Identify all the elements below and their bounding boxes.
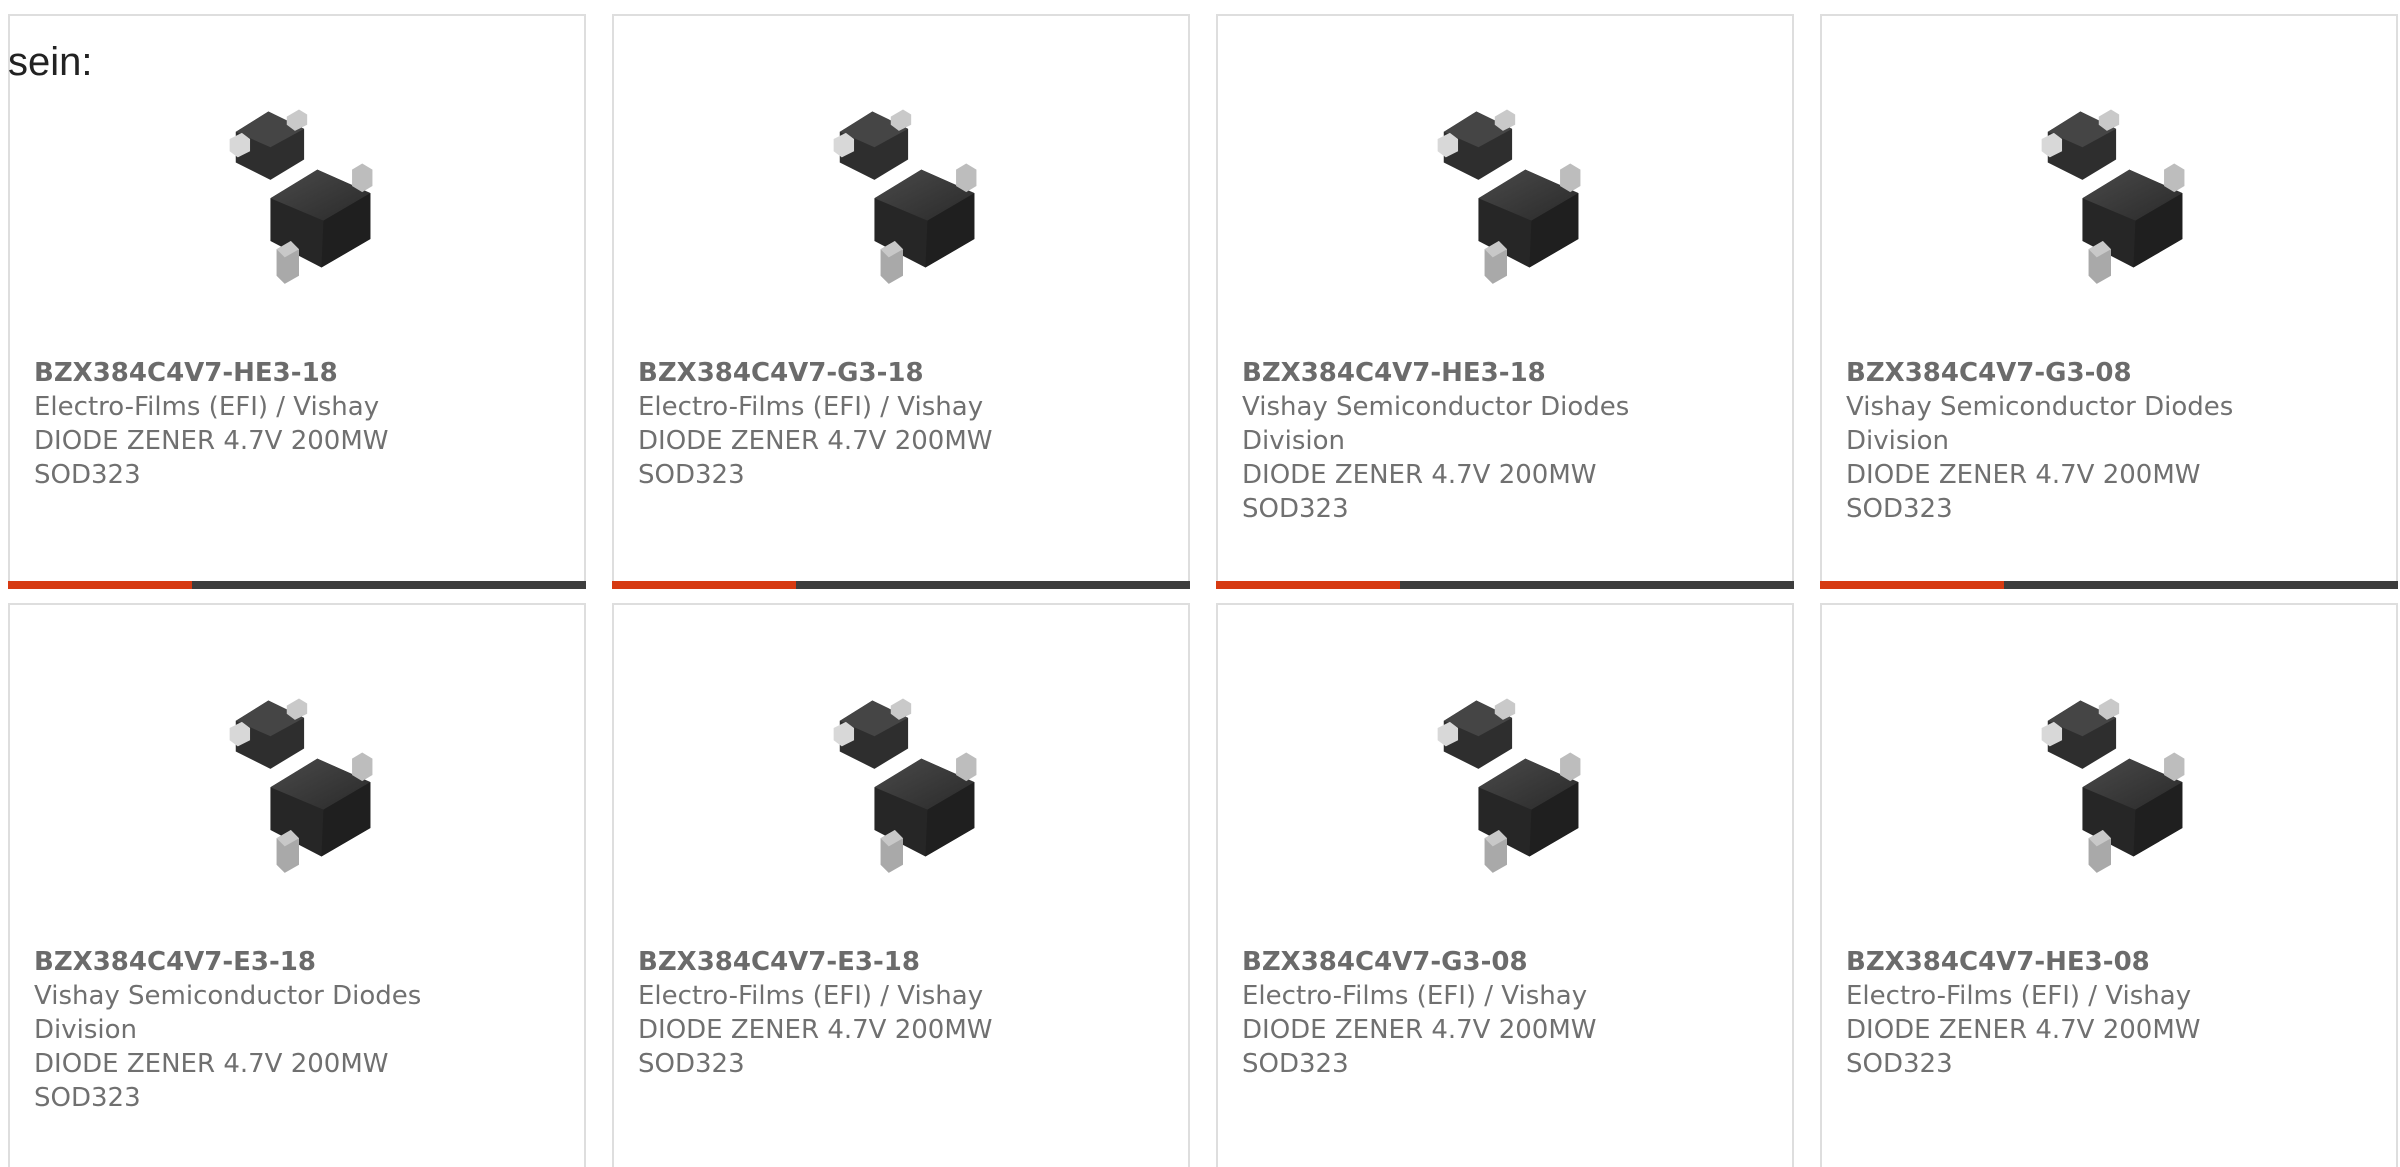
product-image[interactable] xyxy=(1405,675,1609,879)
product-info: BZX384C4V7-G3-08 Vishay Semiconductor Di… xyxy=(1846,356,2246,526)
product-image[interactable] xyxy=(801,86,1005,290)
sod323-diode-icon xyxy=(833,109,977,284)
manufacturer: Electro-Films (EFI) / Vishay xyxy=(638,981,984,1011)
product-card[interactable]: BZX384C4V7-G3-08 Electro-Films (EFI) / V… xyxy=(1216,603,1794,1167)
product-card[interactable]: BZX384C4V7-E3-18 Electro-Films (EFI) / V… xyxy=(612,603,1190,1167)
sod323-diode-icon xyxy=(833,698,977,873)
product-image[interactable] xyxy=(1405,86,1609,290)
product-description: DIODE ZENER 4.7V 200MW SOD323 xyxy=(1846,460,2201,524)
product-image[interactable] xyxy=(197,675,401,879)
product-card[interactable]: BZX384C4V7-E3-18 Vishay Semiconductor Di… xyxy=(8,603,586,1167)
product-info: BZX384C4V7-HE3-18 Vishay Semiconductor D… xyxy=(1242,356,1642,526)
product-description: DIODE ZENER 4.7V 200MW SOD323 xyxy=(34,1049,389,1113)
sod323-diode-icon xyxy=(229,109,373,284)
card-bottom-bar xyxy=(1216,581,1794,589)
product-image[interactable] xyxy=(801,675,1005,879)
part-number[interactable]: BZX384C4V7-HE3-08 xyxy=(1846,945,2246,979)
manufacturer: Electro-Films (EFI) / Vishay xyxy=(638,392,984,422)
card-accent-bar xyxy=(612,581,796,589)
manufacturer: Electro-Films (EFI) / Vishay xyxy=(1846,981,2192,1011)
product-description: DIODE ZENER 4.7V 200MW SOD323 xyxy=(1242,460,1597,524)
product-description: DIODE ZENER 4.7V 200MW SOD323 xyxy=(638,1015,993,1079)
manufacturer: Vishay Semiconductor Diodes Division xyxy=(1846,392,2234,456)
product-card[interactable]: BZX384C4V7-HE3-18 Vishay Semiconductor D… xyxy=(1216,14,1794,589)
part-number[interactable]: BZX384C4V7-HE3-18 xyxy=(34,356,434,390)
sod323-diode-icon xyxy=(1437,698,1581,873)
product-card[interactable]: BZX384C4V7-G3-18 Electro-Films (EFI) / V… xyxy=(612,14,1190,589)
product-image[interactable] xyxy=(2009,675,2213,879)
part-number[interactable]: BZX384C4V7-G3-08 xyxy=(1242,945,1642,979)
product-description: DIODE ZENER 4.7V 200MW SOD323 xyxy=(1846,1015,2201,1079)
part-number[interactable]: BZX384C4V7-G3-18 xyxy=(638,356,1038,390)
product-card[interactable]: BZX384C4V7-HE3-08 Electro-Films (EFI) / … xyxy=(1820,603,2398,1167)
sod323-diode-icon xyxy=(229,698,373,873)
product-info: BZX384C4V7-G3-08 Electro-Films (EFI) / V… xyxy=(1242,945,1642,1081)
card-bottom-bar xyxy=(1820,581,2398,589)
product-info: BZX384C4V7-HE3-08 Electro-Films (EFI) / … xyxy=(1846,945,2246,1081)
product-card[interactable]: BZX384C4V7-HE3-18 Electro-Films (EFI) / … xyxy=(8,14,586,589)
product-info: BZX384C4V7-E3-18 Vishay Semiconductor Di… xyxy=(34,945,434,1115)
card-bottom-bar xyxy=(8,581,586,589)
manufacturer: Vishay Semiconductor Diodes Division xyxy=(1242,392,1630,456)
sod323-diode-icon xyxy=(2041,109,2185,284)
part-number[interactable]: BZX384C4V7-HE3-18 xyxy=(1242,356,1642,390)
manufacturer: Vishay Semiconductor Diodes Division xyxy=(34,981,422,1045)
card-accent-bar xyxy=(1820,581,2004,589)
product-info: BZX384C4V7-G3-18 Electro-Films (EFI) / V… xyxy=(638,356,1038,492)
part-number[interactable]: BZX384C4V7-E3-18 xyxy=(34,945,434,979)
product-description: DIODE ZENER 4.7V 200MW SOD323 xyxy=(1242,1015,1597,1079)
page: BZX384C4V7-HE3-18 Electro-Films (EFI) / … xyxy=(0,0,2400,1167)
card-bottom-bar xyxy=(612,581,1190,589)
sod323-diode-icon xyxy=(1437,109,1581,284)
product-grid: BZX384C4V7-HE3-18 Electro-Films (EFI) / … xyxy=(8,14,2398,1167)
manufacturer: Electro-Films (EFI) / Vishay xyxy=(34,392,380,422)
product-info: BZX384C4V7-HE3-18 Electro-Films (EFI) / … xyxy=(34,356,434,492)
product-info: BZX384C4V7-E3-18 Electro-Films (EFI) / V… xyxy=(638,945,1038,1081)
part-number[interactable]: BZX384C4V7-G3-08 xyxy=(1846,356,2246,390)
product-image[interactable] xyxy=(197,86,401,290)
product-description: DIODE ZENER 4.7V 200MW SOD323 xyxy=(34,426,389,490)
product-image[interactable] xyxy=(2009,86,2213,290)
card-accent-bar xyxy=(8,581,192,589)
manufacturer: Electro-Films (EFI) / Vishay xyxy=(1242,981,1588,1011)
intro-text: sein: xyxy=(8,40,93,84)
product-description: DIODE ZENER 4.7V 200MW SOD323 xyxy=(638,426,993,490)
card-accent-bar xyxy=(1216,581,1400,589)
sod323-diode-icon xyxy=(2041,698,2185,873)
product-card[interactable]: BZX384C4V7-G3-08 Vishay Semiconductor Di… xyxy=(1820,14,2398,589)
part-number[interactable]: BZX384C4V7-E3-18 xyxy=(638,945,1038,979)
